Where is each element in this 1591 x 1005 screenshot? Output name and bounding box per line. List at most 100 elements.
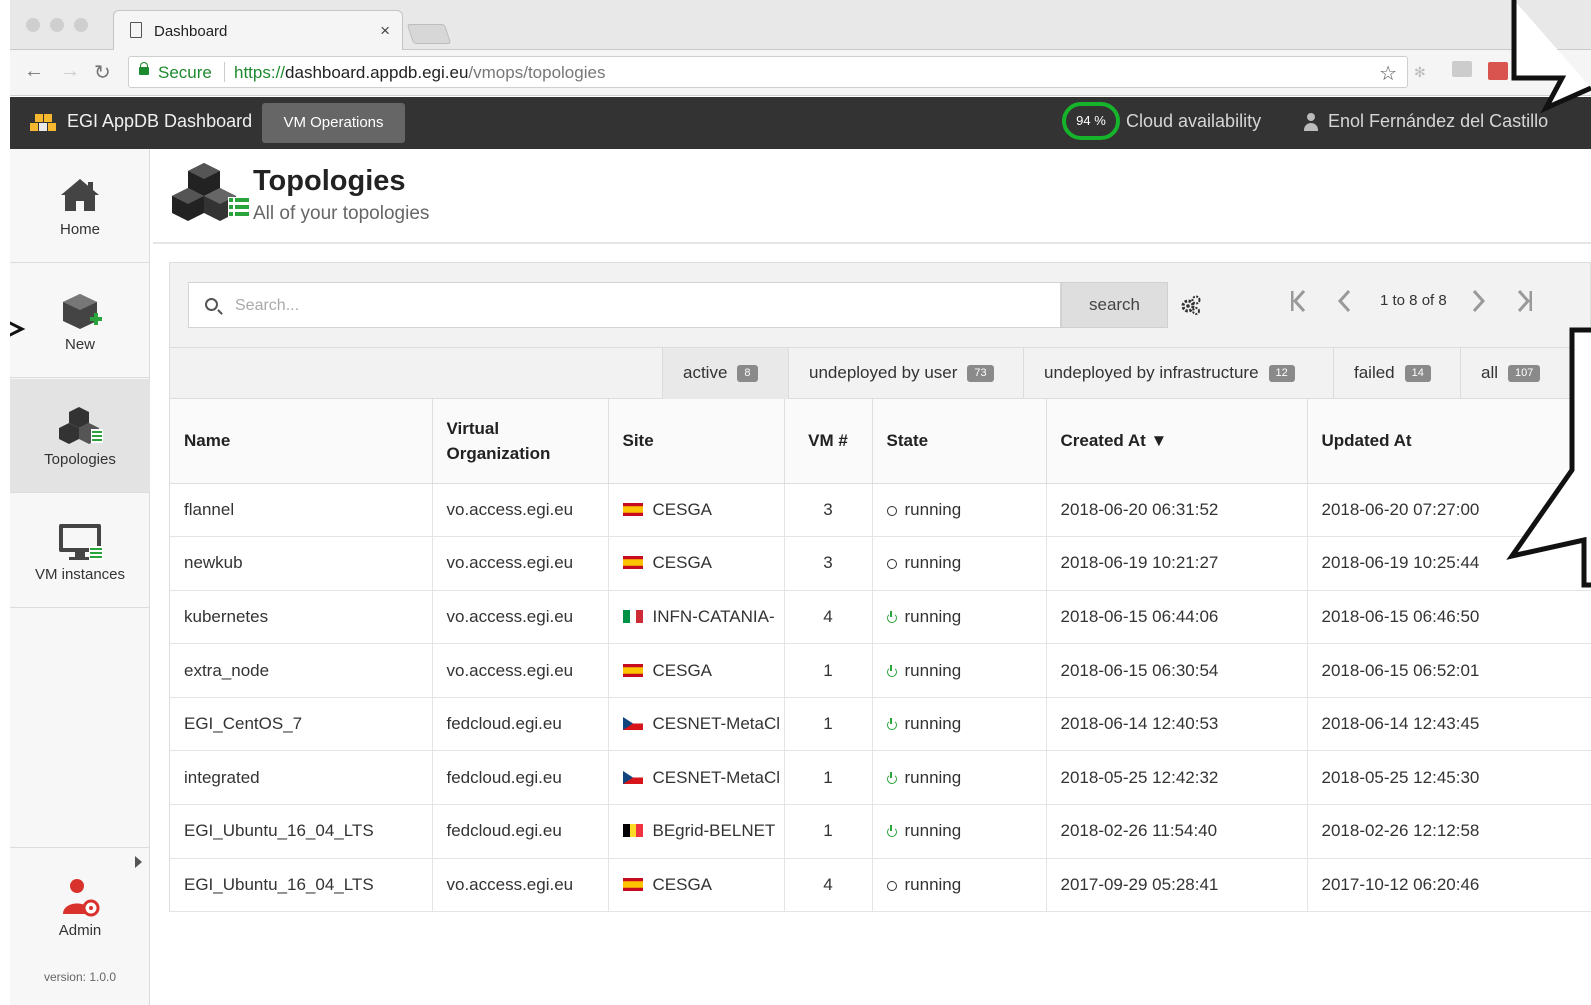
settings-gears-icon[interactable] <box>1180 294 1202 316</box>
admin-icon <box>63 879 100 917</box>
cell-updated-at: 2018-05-25 12:45:30 <box>1307 750 1591 806</box>
topologies-table: Name Virtual Organization Site VM # State… <box>170 399 1591 913</box>
topologies-icon <box>59 407 103 444</box>
spain-flag-icon <box>622 663 643 677</box>
user-menu[interactable]: Enol Fernández del Castillo <box>1328 111 1548 132</box>
search-box <box>188 282 1061 328</box>
window-zoom-button[interactable] <box>74 18 88 32</box>
column-header-updated-at[interactable]: Updated At <box>1307 399 1591 484</box>
column-header-state[interactable]: State <box>872 399 1047 484</box>
sidebar-item-admin[interactable]: Admin <box>10 858 150 972</box>
column-header-virtual-organization[interactable]: Virtual Organization <box>432 399 609 484</box>
site-name: CESNET-MetaCl <box>652 714 781 734</box>
column-header-created-at[interactable]: Created At ▼ <box>1046 399 1308 484</box>
cell-state: running <box>872 483 1047 538</box>
topologies-icon <box>172 163 250 223</box>
table-row[interactable]: kubernetes vo.access.egi.eu INFN-CATANIA- 4… <box>170 590 1591 645</box>
site-name: CESGA <box>652 499 713 519</box>
czech-flag-icon <box>622 717 643 731</box>
cell-created-at: 2018-05-25 12:42:32 <box>1046 750 1308 806</box>
state-label: running <box>904 606 962 626</box>
cell-created-at: 2018-06-15 06:44:06 <box>1046 590 1308 645</box>
cell-virtual-organization: fedcloud.egi.eu <box>432 697 609 752</box>
tab-close-icon[interactable]: × <box>380 21 390 41</box>
site-name: INFN-CATANIA- <box>652 606 775 626</box>
tab-all[interactable]: all 107 <box>1460 348 1591 399</box>
search-input[interactable] <box>235 293 1035 319</box>
app-title[interactable]: EGI AppDB Dashboard <box>67 111 252 132</box>
back-icon[interactable]: ← <box>24 60 44 83</box>
table-row[interactable]: EGI_CentOS_7 fedcloud.egi.eu CESNET-MetaCl… <box>170 697 1591 752</box>
tab-failed[interactable]: failed 14 <box>1333 348 1460 399</box>
window-close-button[interactable] <box>26 18 40 32</box>
previous-page-icon[interactable] <box>1335 289 1355 313</box>
column-header-line: Virtual <box>446 418 500 438</box>
cell-vm-count: 3 <box>784 536 873 591</box>
cell-name: EGI_Ubuntu_16_04_LTS <box>170 804 433 859</box>
next-page-icon[interactable] <box>1468 289 1488 313</box>
browser-tab[interactable]: Dashboard × <box>113 10 403 51</box>
cell-state: running <box>872 536 1047 591</box>
sidebar-item-label: Topologies <box>44 451 116 468</box>
cell-state: running <box>872 858 1047 913</box>
sidebar-item-vm-instances[interactable]: VM instances <box>10 494 150 608</box>
cell-created-at: 2018-06-15 06:30:54 <box>1046 643 1308 698</box>
tab-count-badge: 107 <box>1508 365 1541 382</box>
url-field[interactable]: Secure https://dashboard.appdb.egi.eu/vm… <box>128 56 1408 88</box>
cloud-availability-badge[interactable]: 94 % <box>1062 102 1120 140</box>
cell-vm-count: 4 <box>784 858 873 913</box>
table-row[interactable]: integrated fedcloud.egi.eu CESNET-MetaCl 1 r… <box>170 750 1591 806</box>
reload-icon[interactable]: ↻ <box>94 60 111 85</box>
vm-operations-button[interactable]: VM Operations <box>262 103 405 143</box>
search-button[interactable]: search <box>1061 282 1168 328</box>
circle-icon <box>886 880 897 891</box>
table-row[interactable]: EGI_Ubuntu_16_04_LTS fedcloud.egi.eu BEgri… <box>170 804 1591 859</box>
tab-count-badge: 12 <box>1268 365 1295 382</box>
column-header-name[interactable]: Name <box>170 399 433 484</box>
new-vm-icon <box>63 294 102 329</box>
table-row[interactable]: extra_node vo.access.egi.eu CESGA 1 running 2… <box>170 643 1591 698</box>
extension-snowflake-icon[interactable]: ✻ <box>1414 64 1426 81</box>
tab-active[interactable]: active 8 <box>662 348 788 399</box>
table-row[interactable]: EGI_Ubuntu_16_04_LTS vo.access.egi.eu CESG… <box>170 858 1591 913</box>
cell-state: running <box>872 750 1047 806</box>
cell-vm-count: 1 <box>784 643 873 698</box>
bookmark-star-icon[interactable]: ☆ <box>1379 61 1397 86</box>
table-header-row: Name Virtual Organization Site VM # State… <box>170 399 1591 484</box>
tab-undeployed-by-infrastructure[interactable]: undeployed by infrastructure 12 <box>1023 348 1333 399</box>
table-body: flannel vo.access.egi.eu CESGA 3 running 2018… <box>170 483 1591 913</box>
cell-site: BEgrid-BELNET <box>608 804 785 859</box>
extension-calendar-icon[interactable] <box>1488 62 1508 80</box>
cell-updated-at: 2018-06-20 07:27:00 <box>1307 483 1591 538</box>
column-header-site[interactable]: Site <box>608 399 785 484</box>
cloud-availability-label[interactable]: Cloud availability <box>1126 111 1261 132</box>
sidebar-item-new[interactable]: New <box>10 264 150 378</box>
cell-updated-at: 2018-06-15 06:52:01 <box>1307 643 1591 698</box>
cell-state: running <box>872 643 1047 698</box>
column-header-vm-count[interactable]: VM # <box>784 399 873 484</box>
table-row[interactable]: newkub vo.access.egi.eu CESGA 3 running 2018-… <box>170 536 1591 591</box>
first-page-icon[interactable] <box>1288 289 1308 313</box>
sidebar-item-home[interactable]: Home <box>10 149 150 263</box>
forward-icon[interactable]: → <box>60 60 80 83</box>
pagination-info: 1 to 8 of 8 <box>1380 292 1447 309</box>
new-tab-button[interactable] <box>406 24 452 44</box>
site-name: CESGA <box>652 553 713 573</box>
spain-flag-icon <box>622 502 643 516</box>
last-page-icon[interactable] <box>1515 289 1535 313</box>
search-icon <box>205 298 218 311</box>
power-icon <box>886 610 897 623</box>
app-header: EGI AppDB Dashboard VM Operations 94 % C… <box>10 97 1591 149</box>
cell-site: CESNET-MetaCl <box>608 750 785 806</box>
extension-drive-icon[interactable] <box>1452 61 1472 77</box>
table-row[interactable]: flannel vo.access.egi.eu CESGA 3 running 2018… <box>170 483 1591 538</box>
tab-undeployed-by-user[interactable]: undeployed by user 73 <box>788 348 1023 399</box>
cell-name: extra_node <box>170 643 433 698</box>
cell-updated-at: 2018-02-26 12:12:58 <box>1307 804 1591 859</box>
user-icon <box>1304 113 1318 131</box>
sidebar-item-label: Admin <box>58 922 102 939</box>
window-minimize-button[interactable] <box>50 18 64 32</box>
site-name: CESGA <box>652 660 713 680</box>
sidebar-item-topologies[interactable]: Topologies <box>10 379 150 493</box>
state-label: running <box>904 767 962 787</box>
